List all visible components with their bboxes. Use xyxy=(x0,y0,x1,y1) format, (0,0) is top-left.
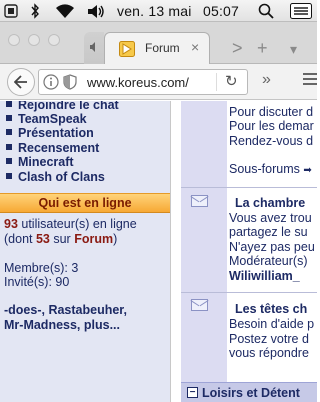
url-text[interactable]: www.koreus.com/ xyxy=(87,75,189,90)
browser-nav-bar: www.koreus.com/ ↻ » xyxy=(0,64,317,100)
hamburger-menu-icon[interactable] xyxy=(303,73,317,88)
members-count: Membre(s): 3 xyxy=(4,261,79,275)
tracking-protection-icon[interactable] xyxy=(63,74,77,90)
back-button[interactable] xyxy=(7,68,35,96)
notification-center-icon[interactable] xyxy=(290,3,312,19)
tabs-scroll-right-icon[interactable]: > xyxy=(232,38,243,59)
sidebar-link-label[interactable]: TeamSpeak xyxy=(18,112,87,126)
online-users-list-more[interactable]: Mr-Madness, plus... xyxy=(4,318,120,332)
sidebar-link-recensement[interactable]: Recensement xyxy=(6,141,99,155)
bullet-icon xyxy=(6,129,12,135)
sidebar-link-teamspeak[interactable]: TeamSpeak xyxy=(6,112,87,126)
minimize-window-button[interactable] xyxy=(28,34,40,46)
list-tabs-icon[interactable]: ▾ xyxy=(290,41,297,58)
bullet-icon xyxy=(6,173,12,179)
bullet-icon xyxy=(6,115,12,121)
category-header[interactable]: − Loisirs et Détent xyxy=(181,382,317,402)
forum-description-line: Vous avez trou xyxy=(229,211,312,225)
online-sub-mid: sur xyxy=(49,232,75,246)
inactive-tab[interactable] xyxy=(84,32,104,64)
search-icon[interactable] xyxy=(258,3,274,19)
sidebar: Rejoindre le chat TeamSpeak Présentation… xyxy=(0,101,170,402)
forum-description-line: Pour discuter d xyxy=(229,105,314,119)
online-sub-prefix: (dont xyxy=(4,232,36,246)
page-content: Rejoindre le chat TeamSpeak Présentation… xyxy=(0,101,317,402)
online-text: utilisateur(s) en ligne xyxy=(17,217,137,231)
forum-description-line: partagez le su xyxy=(229,225,308,239)
zoom-window-button[interactable] xyxy=(48,34,60,46)
sidebar-link-label[interactable]: Présentation xyxy=(18,126,94,140)
close-window-button[interactable] xyxy=(8,34,20,46)
forum-description-line: Besoin d'aide p xyxy=(229,317,315,331)
forum-description-line: Pour les demar xyxy=(229,119,314,133)
tab-title: Forum xyxy=(145,41,180,55)
moderator-link[interactable]: Wiliwilliam_ xyxy=(229,269,300,283)
site-info-icon[interactable] xyxy=(43,74,59,90)
online-section-header: Qui est en ligne xyxy=(0,193,170,213)
bullet-icon xyxy=(6,158,12,164)
menubar-date[interactable]: ven. 13 mai xyxy=(117,3,192,19)
bluetooth-icon[interactable] xyxy=(30,3,40,19)
volume-icon[interactable] xyxy=(87,3,105,19)
online-sub-suffix: ) xyxy=(113,232,118,246)
sidebar-link-label[interactable]: Recensement xyxy=(18,141,99,155)
sidebar-link-presentation[interactable]: Présentation xyxy=(6,126,94,140)
column-divider xyxy=(170,101,181,402)
row-divider xyxy=(181,187,317,188)
subforum-arrow-icon: ➡ xyxy=(303,165,312,176)
forum-description-line: Rendez-vous d xyxy=(229,134,314,148)
reload-icon[interactable]: ↻ xyxy=(225,72,238,90)
online-count: 93 xyxy=(4,217,18,231)
sidebar-link-minecraft[interactable]: Minecraft xyxy=(6,155,74,169)
forum-read-envelope-icon xyxy=(191,299,208,311)
koreus-favicon-icon xyxy=(119,41,135,57)
sidebar-link-clash-of-clans[interactable]: Clash of Clans xyxy=(6,170,105,184)
forum-read-envelope-icon xyxy=(191,195,208,207)
sidebar-link-label[interactable]: Clash of Clans xyxy=(18,170,105,184)
browser-tab-bar: Forum × > + ▾ xyxy=(0,22,317,64)
arrow-left-icon xyxy=(14,75,27,89)
macos-menu-bar: ven. 13 mai 05:07 xyxy=(0,0,317,22)
menu-extra-icon[interactable] xyxy=(4,3,18,19)
forum-title-link[interactable]: La chambre xyxy=(235,196,305,210)
category-title[interactable]: Loisirs et Détent xyxy=(202,386,300,400)
url-divider xyxy=(216,73,217,91)
address-bar[interactable]: www.koreus.com/ ↻ xyxy=(38,69,248,95)
online-forum-link[interactable]: Forum xyxy=(74,232,113,246)
subforums-link[interactable]: Sous-forums ➡ xyxy=(229,162,312,176)
tab-forum[interactable]: Forum × xyxy=(104,32,210,64)
topic-icon-column xyxy=(181,101,227,402)
bullet-icon xyxy=(6,101,12,107)
row-divider xyxy=(181,292,317,293)
guests-count: Invité(s): 90 xyxy=(4,275,70,289)
sidebar-link-label[interactable]: Rejoindre le chat xyxy=(18,101,119,112)
online-users-list[interactable]: -does-, Rastabeuher, xyxy=(4,303,127,317)
forum-title-link[interactable]: Les têtes ch xyxy=(235,302,307,316)
wifi-icon[interactable] xyxy=(55,3,75,19)
collapse-toggle-icon[interactable]: − xyxy=(187,387,198,398)
online-forum-count: 53 xyxy=(35,232,50,246)
menubar-time[interactable]: 05:07 xyxy=(203,3,239,19)
moderators-label: Modérateur(s) xyxy=(229,254,308,268)
forum-description-line: N'ayez pas peu xyxy=(229,240,315,254)
subforums-label[interactable]: Sous-forums xyxy=(229,162,300,176)
sidebar-link-chat[interactable]: Rejoindre le chat xyxy=(6,101,119,112)
online-users-summary: 93 utilisateur(s) en ligne xyxy=(4,217,137,231)
forum-description-line: Postez votre d xyxy=(229,332,309,346)
bullet-icon xyxy=(6,144,12,150)
tab-audio-icon xyxy=(90,42,95,52)
sidebar-link-label[interactable]: Minecraft xyxy=(18,155,74,169)
new-tab-icon[interactable]: + xyxy=(257,38,268,59)
forum-description-line: vous répondre xyxy=(229,346,309,360)
tab-close-icon[interactable]: × xyxy=(191,39,199,55)
toolbar-overflow-icon[interactable]: » xyxy=(262,71,271,89)
online-forum-summary: (dont 53 sur Forum) xyxy=(4,232,117,246)
